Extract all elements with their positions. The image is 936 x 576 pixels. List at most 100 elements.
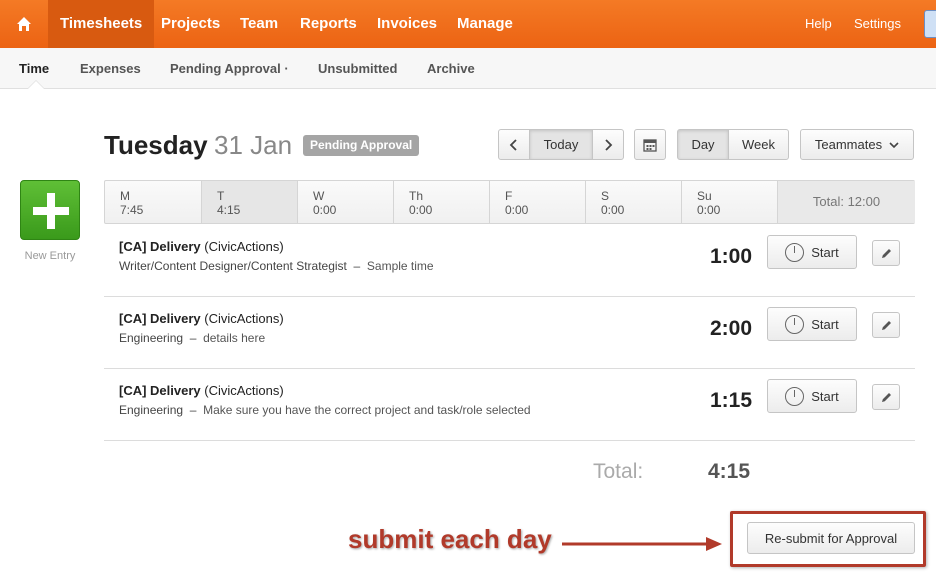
new-entry-button[interactable]	[20, 180, 80, 240]
nav-invoices[interactable]: Invoices	[377, 0, 437, 48]
annotation-text: submit each day	[348, 524, 552, 554]
weekday-sat[interactable]: S 0:00	[586, 181, 682, 223]
chevron-left-icon	[509, 138, 517, 151]
start-label: Start	[811, 316, 839, 332]
calendar-button[interactable]	[634, 129, 666, 160]
entry-note: Make sure you have the correct project a…	[203, 403, 531, 417]
nav-projects[interactable]: Projects	[161, 0, 220, 48]
new-entry-label: New Entry	[24, 250, 76, 262]
nav-manage[interactable]: Manage	[457, 0, 513, 48]
weekday-mon[interactable]: M 7:45	[105, 181, 202, 223]
weekday-name: Su	[697, 189, 712, 203]
home-icon	[17, 17, 31, 31]
client-name: (CivicActions)	[204, 383, 284, 398]
start-timer-button[interactable]: Start	[767, 307, 857, 341]
today-button[interactable]: Today	[529, 129, 593, 160]
start-timer-button[interactable]: Start	[767, 379, 857, 413]
time-entry-row: [CA] Delivery (CivicActions) Writer/Cont…	[104, 225, 915, 297]
weekday-tue[interactable]: T 4:15	[202, 181, 298, 223]
weekday-name: T	[217, 189, 225, 203]
edit-entry-button[interactable]	[872, 384, 900, 410]
start-label: Start	[811, 244, 839, 260]
weekday-wed[interactable]: W 0:00	[298, 181, 394, 223]
day-total-label: Total:	[593, 460, 644, 483]
status-badge: Pending Approval	[303, 135, 420, 156]
week-total: Total: 12:00	[778, 181, 915, 223]
top-nav: Timesheets Projects Team Reports Invoice…	[0, 0, 936, 48]
time-entry-row: [CA] Delivery (CivicActions) Engineering…	[104, 297, 915, 369]
home-button[interactable]	[0, 0, 48, 48]
entry-note: details here	[203, 331, 266, 345]
pencil-icon	[881, 392, 891, 402]
weekday-hours: 7:45	[120, 203, 144, 217]
day-date: 31 Jan	[214, 130, 293, 160]
weekday-hours: 0:00	[505, 203, 529, 217]
weekday-hours: 4:15	[217, 203, 241, 217]
nav-timesheets[interactable]: Timesheets	[48, 0, 155, 48]
week-bar: M 7:45 T 4:15 W 0:00 Th 0:00 F 0:00 S 0:…	[104, 180, 915, 224]
tab-pending-approval[interactable]: Pending Approval ·	[170, 61, 289, 76]
entry-project: [CA] Delivery (CivicActions)	[119, 311, 284, 326]
weekday-sun[interactable]: Su 0:00	[682, 181, 778, 223]
settings-link[interactable]: Settings	[854, 0, 901, 48]
client-name: (CivicActions)	[204, 311, 284, 326]
entry-project: [CA] Delivery (CivicActions)	[119, 383, 284, 398]
pencil-icon	[881, 248, 891, 258]
clock-icon	[785, 386, 805, 406]
weekday-hours: 0:00	[697, 203, 721, 217]
day-view-button[interactable]: Day	[677, 129, 729, 160]
clock-icon	[785, 314, 805, 334]
entry-task: Engineering – details here	[119, 331, 266, 345]
tab-unsubmitted[interactable]: Unsubmitted	[318, 61, 397, 76]
weekday-name: W	[313, 189, 325, 203]
chevron-down-icon	[889, 141, 899, 148]
weekday-name: S	[601, 189, 610, 203]
edit-entry-button[interactable]	[872, 312, 900, 338]
clock-icon	[785, 242, 805, 262]
weekday-name: F	[505, 189, 513, 203]
tab-expenses[interactable]: Expenses	[80, 61, 141, 76]
entry-duration: 1:15	[709, 389, 752, 412]
prev-day-button[interactable]	[498, 129, 530, 160]
resubmit-approval-button[interactable]: Re-submit for Approval	[747, 522, 915, 554]
teammates-label: Teammates	[814, 137, 883, 152]
edit-entry-button[interactable]	[872, 240, 900, 266]
plus-icon	[33, 207, 69, 215]
start-label: Start	[811, 388, 839, 404]
nav-team[interactable]: Team	[240, 0, 278, 48]
calendar-icon	[643, 138, 657, 152]
weekday-thu[interactable]: Th 0:00	[394, 181, 490, 223]
weekday-hours: 0:00	[313, 203, 337, 217]
entry-note: Sample time	[366, 259, 434, 273]
tab-archive[interactable]: Archive	[427, 61, 475, 76]
avatar[interactable]	[924, 10, 936, 38]
start-timer-button[interactable]: Start	[767, 235, 857, 269]
weekday-fri[interactable]: F 0:00	[490, 181, 586, 223]
weekday-hours: 0:00	[601, 203, 625, 217]
entry-duration: 2:00	[709, 317, 752, 340]
weekday-name: M	[120, 189, 130, 203]
nav-reports[interactable]: Reports	[300, 0, 357, 48]
day-total-value: 4:15	[707, 460, 750, 483]
entry-duration: 1:00	[709, 245, 752, 268]
next-day-button[interactable]	[592, 129, 624, 160]
time-entry-row: [CA] Delivery (CivicActions) Engineering…	[104, 369, 915, 441]
task-name: Writer/Content Designer/Content Strategi…	[119, 259, 347, 273]
task-name: Engineering	[119, 403, 184, 417]
active-tab-caret	[28, 81, 44, 89]
annotation-arrow-icon	[562, 537, 722, 551]
chevron-right-icon	[605, 138, 613, 151]
week-view-button[interactable]: Week	[728, 129, 789, 160]
day-title: Tuesday	[104, 130, 208, 160]
task-name: Engineering	[119, 331, 184, 345]
sub-nav: Time Expenses Pending Approval · Unsubmi…	[0, 48, 936, 89]
project-name: [CA] Delivery	[119, 239, 201, 254]
teammates-dropdown[interactable]: Teammates	[800, 129, 914, 160]
project-name: [CA] Delivery	[119, 383, 201, 398]
pencil-icon	[881, 320, 891, 330]
project-name: [CA] Delivery	[119, 311, 201, 326]
tab-time[interactable]: Time	[19, 61, 49, 76]
help-link[interactable]: Help	[805, 0, 832, 48]
entry-task: Engineering – Make sure you have the cor…	[119, 403, 531, 417]
weekday-name: Th	[409, 189, 424, 203]
